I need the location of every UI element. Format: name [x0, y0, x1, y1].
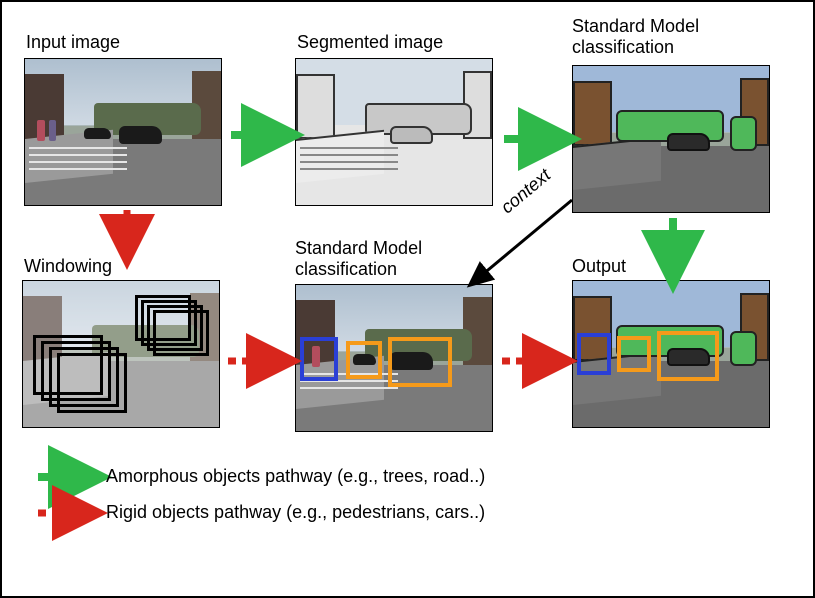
legend-arrow-green-icon [36, 464, 94, 495]
bbox-car-far [346, 341, 382, 379]
arrow-red-2-icon [226, 346, 288, 381]
arrow-green-3-icon [658, 216, 688, 281]
bbox-car-near-out [657, 331, 719, 381]
legend-rigid: Rigid objects pathway (e.g., pedestrians… [106, 502, 485, 523]
panel-smc-top [572, 65, 770, 213]
arrow-context-icon [464, 194, 584, 299]
bbox-car-far-out [617, 336, 651, 372]
panel-windowing [22, 280, 220, 428]
legend-amorphous: Amorphous objects pathway (e.g., trees, … [106, 466, 485, 487]
bbox-car-near [388, 337, 452, 387]
label-smc-bottom: Standard Model classification [295, 238, 422, 279]
arrow-green-2-icon [502, 124, 564, 159]
diagram-canvas: Input image Segmented image Standard Mod… [0, 0, 815, 598]
arrow-red-3-icon [500, 346, 564, 381]
legend-arrow-red-icon [36, 500, 94, 531]
panel-output [572, 280, 770, 428]
bbox-pedestrian-out [577, 333, 611, 375]
label-segmented: Segmented image [297, 32, 443, 53]
window-stack-left [33, 335, 123, 415]
segmented-scene [296, 59, 492, 205]
arrow-green-1-icon [229, 120, 287, 155]
bbox-pedestrian [300, 337, 338, 381]
panel-smc-bottom [295, 284, 493, 432]
street-scene [25, 59, 221, 205]
label-smc-top: Standard Model classification [572, 16, 699, 57]
classified-scene [573, 66, 769, 212]
arrow-red-1-icon [112, 208, 142, 261]
label-input: Input image [26, 32, 120, 53]
panel-segmented-image [295, 58, 493, 206]
window-stack-right [135, 295, 215, 365]
label-windowing: Windowing [24, 256, 112, 277]
panel-input-image [24, 58, 222, 206]
